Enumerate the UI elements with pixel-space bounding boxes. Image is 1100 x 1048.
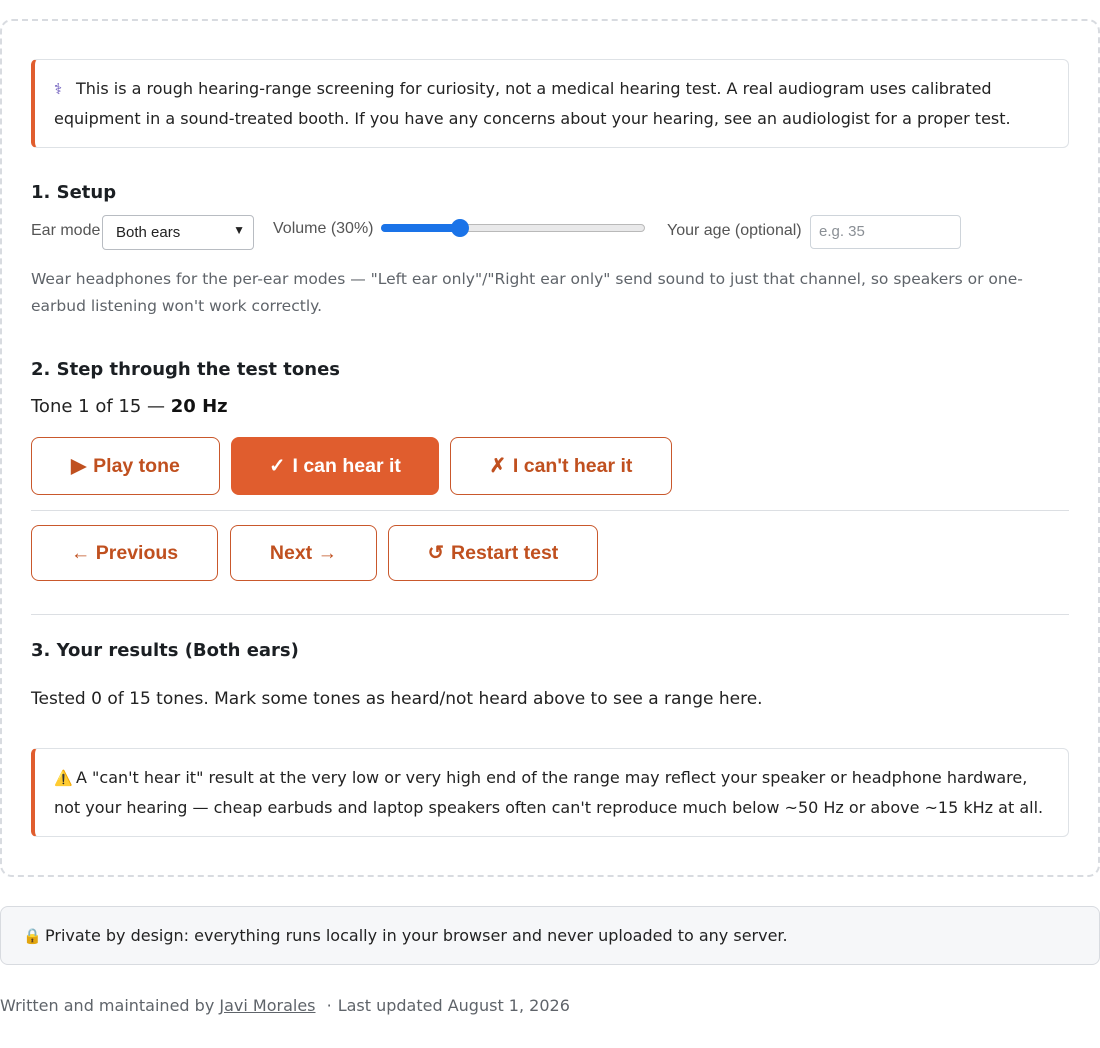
ear-mode-select[interactable]: Both ears ▼ xyxy=(102,215,254,250)
ear-mode-value: Both ears xyxy=(116,224,181,241)
footer: Written and maintained by Javi Morales ·… xyxy=(0,996,570,1015)
age-placeholder: e.g. 35 xyxy=(819,223,865,240)
age-label: Your age (optional) xyxy=(667,222,802,239)
restart-test-button[interactable]: ↺ Restart test xyxy=(388,525,598,581)
lock-icon: 🔒 xyxy=(23,927,42,945)
play-tone-button[interactable]: ▶ Play tone xyxy=(31,437,220,495)
volume-slider[interactable] xyxy=(381,218,645,238)
setup-heading: 1. Setup xyxy=(31,182,117,203)
cant-hear-button[interactable]: ✗ I can't hear it xyxy=(450,437,672,495)
restart-label: Restart test xyxy=(451,541,559,564)
tone-counter: Tone 1 of 15 — xyxy=(31,396,171,417)
disclaimer-callout: ⚕ This is a rough hearing-range screening… xyxy=(31,59,1069,148)
results-heading: 3. Your results (Both ears) xyxy=(31,640,299,661)
results-text: Tested 0 of 15 tones. Mark some tones as… xyxy=(31,689,763,709)
tone-frequency: 20 Hz xyxy=(170,396,228,417)
stethoscope-icon: ⚕ xyxy=(54,80,63,98)
headphone-hint: Wear headphones for the per-ear modes — … xyxy=(31,270,1023,315)
restart-icon: ↺ xyxy=(427,542,445,564)
volume-thumb[interactable] xyxy=(451,219,469,237)
cant-hear-label: I can't hear it xyxy=(512,454,633,477)
divider xyxy=(31,510,1069,511)
next-label: Next → xyxy=(269,541,338,564)
privacy-notice: 🔒 Private by design: everything runs loca… xyxy=(0,906,1100,965)
last-updated: Last updated August 1, 2026 xyxy=(337,996,570,1015)
divider xyxy=(31,614,1069,615)
warning-text: A "can't hear it" result at the very low… xyxy=(54,768,1044,817)
can-hear-button[interactable]: ✓ I can hear it xyxy=(231,437,439,495)
volume-fill xyxy=(381,224,460,232)
step-heading: 2. Step through the test tones xyxy=(31,359,340,380)
disclaimer-text: This is a rough hearing-range screening … xyxy=(54,79,1011,128)
privacy-text: Private by design: everything runs local… xyxy=(45,926,788,945)
footer-prefix: Written and maintained by xyxy=(0,996,215,1015)
age-input[interactable]: e.g. 35 xyxy=(810,215,961,249)
ear-mode-label: Ear mode xyxy=(31,222,101,239)
previous-button[interactable]: ← Previous xyxy=(31,525,218,581)
hardware-warning-callout: ⚠️ A "can't hear it" result at the very l… xyxy=(31,748,1069,837)
setup-controls: Ear mode Both ears ▼ Volume (30%) Your a… xyxy=(31,214,1071,250)
previous-label: ← Previous xyxy=(70,541,179,564)
chevron-down-icon: ▼ xyxy=(233,223,245,237)
volume-label: Volume (30%) xyxy=(273,220,374,237)
can-hear-label: I can hear it xyxy=(292,454,401,477)
check-icon: ✓ xyxy=(269,455,286,477)
x-icon: ✗ xyxy=(489,455,506,477)
footer-separator: · xyxy=(326,996,332,1015)
next-button[interactable]: Next → xyxy=(230,525,377,581)
tone-status: Tone 1 of 15 — 20 Hz xyxy=(31,396,228,417)
play-tone-label: Play tone xyxy=(93,454,180,477)
play-icon: ▶ xyxy=(71,455,87,477)
warning-icon: ⚠️ xyxy=(54,769,73,787)
author-link[interactable]: Javi Morales xyxy=(219,996,315,1015)
